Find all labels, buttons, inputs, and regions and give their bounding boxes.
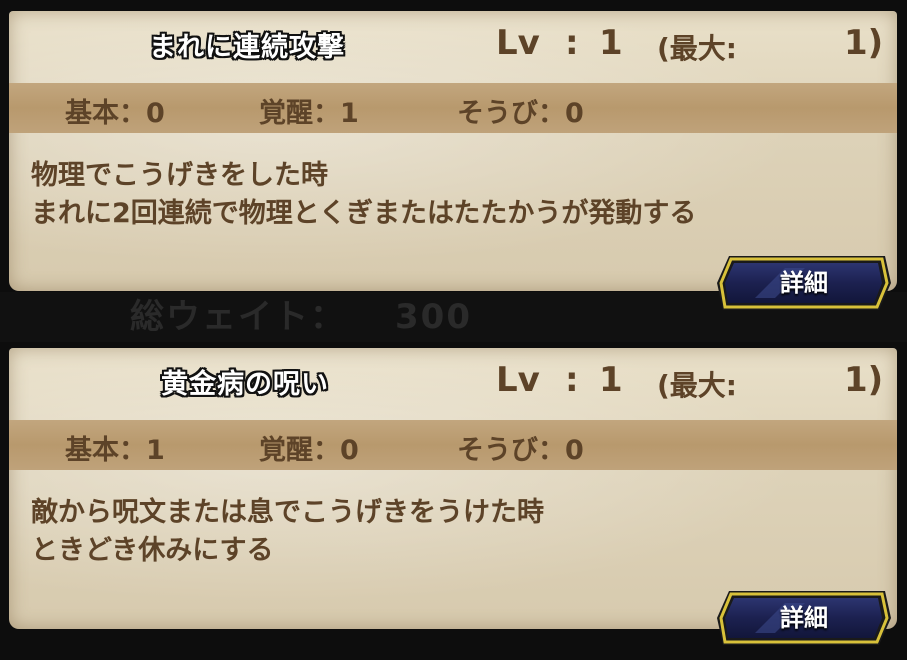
background-weight-label: 総ウェイト：	[130, 297, 346, 337]
max-level-value: 1)	[844, 360, 884, 400]
equip-stat: そうび：0	[457, 98, 584, 129]
awaken-stat: 覚醒：1	[259, 98, 359, 129]
stats-band: 基本：0 覚醒：1 そうび：0	[9, 83, 897, 133]
skill-card: 黄金病の呪い Lv : 1 (最大: 1) 基本：1 覚醒：0 そうび：0 敵か…	[9, 348, 897, 645]
detail-button-label: 詳細	[780, 604, 828, 632]
level-value: 1	[599, 23, 623, 63]
stats-band: 基本：1 覚醒：0 そうび：0	[9, 420, 897, 470]
max-level-label: (最大:	[657, 32, 737, 65]
skill-header: まれに連続攻撃 Lv : 1 (最大: 1)	[9, 11, 897, 83]
base-stat: 基本：1	[65, 435, 165, 466]
detail-button[interactable]: 詳細	[715, 589, 893, 647]
skill-description: 敵から呪文または息でこうげきをうけた時 ときどき休みにする	[31, 494, 871, 570]
level-value: 1	[599, 360, 623, 400]
base-stat: 基本：0	[65, 98, 165, 129]
skill-name: 黄金病の呪い	[161, 369, 329, 400]
equip-stat: そうび：0	[457, 435, 584, 466]
skill-description: 物理でこうげきをした時 まれに2回連続で物理とくぎまたはたたかうが発動する	[31, 157, 871, 233]
description-line: 物理でこうげきをした時	[31, 160, 328, 191]
detail-button-label: 詳細	[780, 269, 828, 297]
description-line: 敵から呪文または息でこうげきをうけた時	[31, 497, 544, 528]
skill-card: まれに連続攻撃 Lv : 1 (最大: 1) 基本：0 覚醒：1 そうび：0 物…	[9, 11, 897, 310]
description-line: ときどき休みにする	[31, 535, 274, 566]
detail-button[interactable]: 詳細	[715, 254, 893, 312]
level-colon: :	[565, 360, 579, 400]
level-label: Lv	[496, 23, 540, 63]
skill-header: 黄金病の呪い Lv : 1 (最大: 1)	[9, 348, 897, 420]
description-line: まれに2回連続で物理とくぎまたはたたかうが発動する	[31, 198, 697, 229]
skill-name: まれに連続攻撃	[149, 32, 345, 63]
awaken-stat: 覚醒：0	[259, 435, 359, 466]
max-level-value: 1)	[844, 23, 884, 63]
level-label: Lv	[496, 360, 540, 400]
level-colon: :	[565, 23, 579, 63]
max-level-label: (最大:	[657, 369, 737, 402]
background-weight-value: 300	[395, 297, 472, 337]
